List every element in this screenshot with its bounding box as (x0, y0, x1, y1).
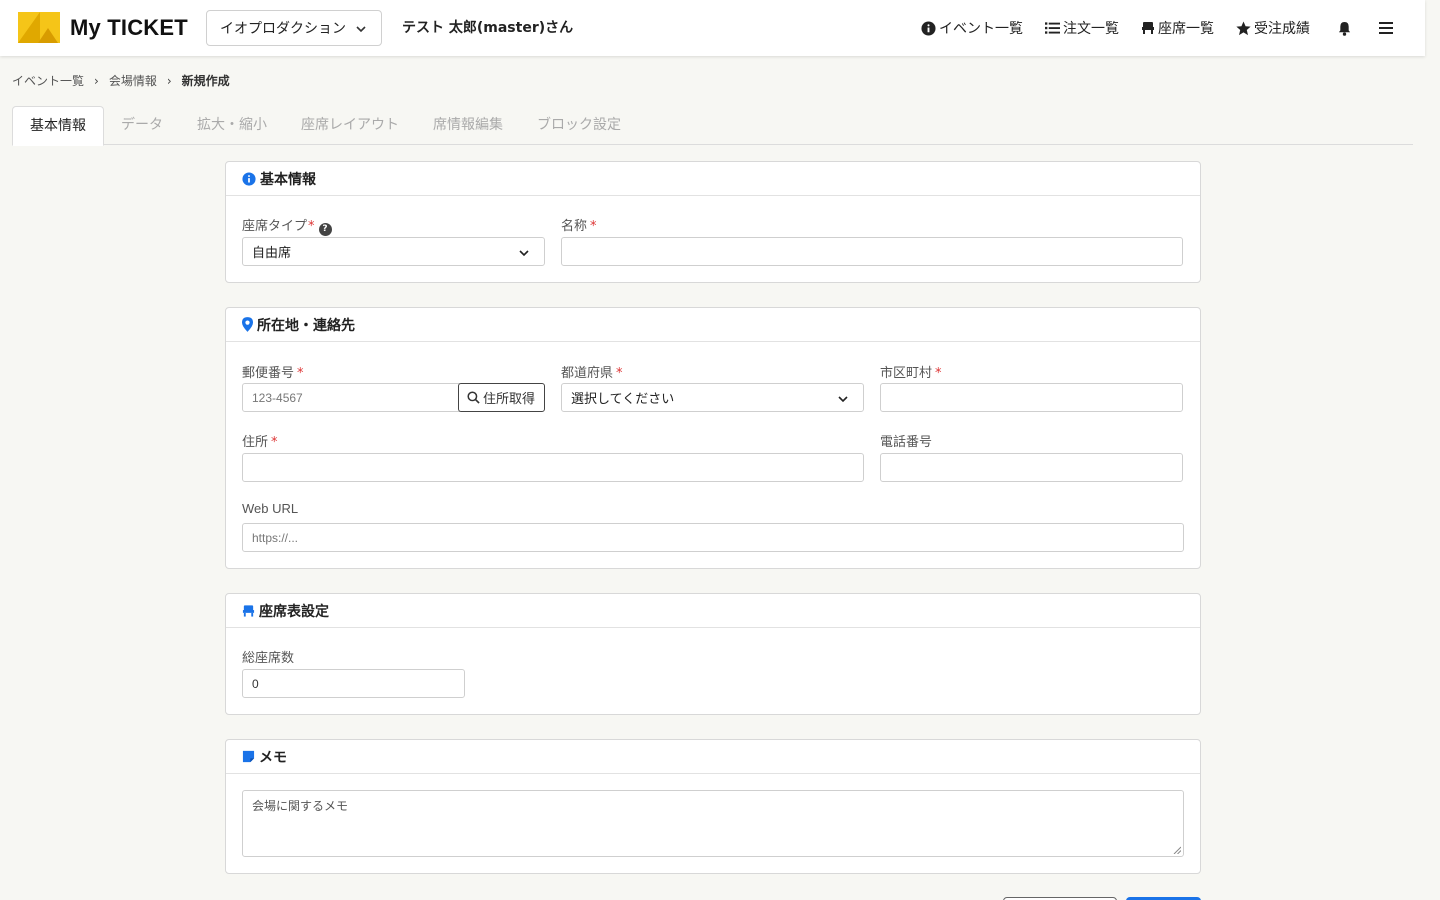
nav-seats[interactable]: 座席一覧 (1141, 18, 1214, 38)
hamburger-menu-icon (1379, 22, 1393, 34)
seating-title: 座席表設定 (259, 603, 329, 620)
chevron-right-icon: › (94, 73, 99, 88)
seat-type-label: 座席タイプ*? (242, 215, 332, 236)
info-circle-icon (242, 171, 256, 186)
top-header: My TICKET イオプロダクション テスト 太郎(master)さん イベン… (0, 0, 1425, 56)
breadcrumb-venues[interactable]: 会場情報 (109, 72, 157, 89)
tab-data[interactable]: データ (104, 106, 180, 145)
name-label: 名称 * (561, 215, 597, 234)
search-icon (467, 391, 480, 404)
phone-label: 電話番号 (880, 431, 932, 450)
breadcrumb-current: 新規作成 (181, 74, 230, 88)
sticky-note-icon (242, 750, 255, 763)
required-mark: * (308, 219, 315, 234)
main-nav: イベント一覧 注文一覧 座席一覧 受注成績 (899, 0, 1393, 56)
seat-type-label-text: 座席タイプ (242, 219, 308, 234)
city-label-text: 市区町村 (880, 366, 933, 381)
tab-zoom[interactable]: 拡大・縮小 (180, 106, 284, 145)
basic-info-title: 基本情報 (260, 171, 316, 188)
required-mark: * (935, 366, 942, 381)
bell-icon (1338, 21, 1351, 36)
location-header: 所在地・連絡先 (226, 308, 1200, 342)
seat-icon (1142, 22, 1154, 34)
organization-select-value: イオプロダクション (220, 21, 346, 37)
breadcrumb: イベント一覧 › 会場情報 › 新規作成 (12, 72, 230, 89)
resize-handle-icon[interactable] (1173, 846, 1181, 854)
help-icon[interactable]: ? (318, 222, 332, 236)
location-title: 所在地・連絡先 (257, 317, 355, 334)
address-input[interactable] (242, 453, 864, 482)
nav-events[interactable]: イベント一覧 (921, 18, 1023, 38)
required-mark: * (616, 366, 623, 381)
web-url-input[interactable]: https://... (242, 523, 1184, 552)
prefecture-select-value: 選択してください (571, 392, 675, 407)
phone-label-text: 電話番号 (880, 435, 933, 450)
city-input[interactable] (880, 383, 1183, 412)
nav-seats-label: 座席一覧 (1158, 21, 1214, 37)
total-seats-label: 総座席数 (242, 651, 295, 666)
prefecture-label: 都道府県 * (561, 362, 623, 381)
prefecture-select[interactable]: 選択してください (561, 383, 864, 412)
prefecture-label-text: 都道府県 (561, 366, 614, 381)
app-logo[interactable]: My TICKET (18, 12, 188, 43)
nav-orders-label: 注文一覧 (1063, 21, 1119, 37)
tab-bar: 基本情報 データ 拡大・縮小 座席レイアウト 席情報編集 ブロック設定 (12, 106, 1413, 146)
chevron-down-icon (838, 396, 848, 403)
address-lookup-label: 住所取得 (483, 392, 536, 407)
list-icon (1045, 22, 1060, 34)
tab-seat-layout[interactable]: 座席レイアウト (284, 106, 416, 145)
nav-sales[interactable]: 受注成績 (1236, 18, 1310, 38)
chevron-down-icon (519, 250, 529, 257)
chevron-down-icon (356, 26, 366, 33)
memo-placeholder: 会場に関するメモ (252, 799, 349, 813)
city-label: 市区町村 * (880, 362, 942, 381)
nav-orders[interactable]: 注文一覧 (1045, 18, 1119, 38)
user-name: テスト 太郎(master)さん (402, 20, 574, 36)
web-url-label: Web URL (242, 501, 299, 516)
organization-select[interactable]: イオプロダクション (206, 10, 382, 46)
total-seats-input[interactable]: 0 (242, 669, 465, 698)
menu-button[interactable] (1379, 22, 1393, 34)
address-label-text: 住所 (242, 435, 269, 450)
name-label-text: 名称 (561, 219, 588, 234)
postal-code-input[interactable]: 123-4567 (242, 383, 460, 412)
chevron-right-icon: › (166, 73, 172, 88)
nav-events-label: イベント一覧 (939, 21, 1023, 37)
star-icon (1236, 20, 1251, 35)
postal-label-text: 郵便番号 (242, 366, 295, 381)
notifications-button[interactable] (1338, 21, 1351, 36)
seat-type-select[interactable]: 自由席 (242, 237, 545, 266)
map-pin-icon (242, 317, 253, 332)
address-label: 住所 * (242, 431, 278, 450)
memo-title: メモ (259, 749, 287, 766)
required-mark: * (271, 435, 278, 450)
memo-textarea[interactable]: 会場に関するメモ (242, 790, 1184, 857)
seating-header: 座席表設定 (226, 594, 1200, 628)
memo-card: メモ 会場に関するメモ (225, 739, 1201, 874)
seat-type-select-value: 自由席 (252, 246, 292, 261)
basic-info-card: 基本情報 座席タイプ*? 自由席 名称 * (225, 161, 1201, 283)
address-lookup-button[interactable]: 住所取得 (458, 383, 545, 412)
app-title: My TICKET (70, 14, 188, 40)
name-input[interactable] (561, 237, 1183, 266)
tab-block-settings[interactable]: ブロック設定 (520, 106, 638, 145)
location-card: 所在地・連絡先 郵便番号 * 123-4567 住所取得 都道府県 * 選択してくだ… (225, 307, 1201, 569)
required-mark: * (297, 366, 304, 381)
required-mark: * (590, 219, 597, 234)
seat-icon (242, 604, 255, 617)
memo-header: メモ (226, 740, 1200, 774)
logo-mark-icon (18, 12, 60, 43)
nav-sales-label: 受注成績 (1254, 21, 1310, 37)
seating-card: 座席表設定 総座席数 0 (225, 593, 1201, 715)
basic-info-header: 基本情報 (226, 162, 1200, 196)
tab-basic-info[interactable]: 基本情報 (12, 106, 104, 146)
tab-seat-info-edit[interactable]: 席情報編集 (416, 106, 520, 145)
phone-input[interactable] (880, 453, 1183, 482)
breadcrumb-events[interactable]: イベント一覧 (12, 72, 84, 89)
postal-label: 郵便番号 * (242, 362, 304, 381)
info-circle-icon (921, 20, 936, 36)
